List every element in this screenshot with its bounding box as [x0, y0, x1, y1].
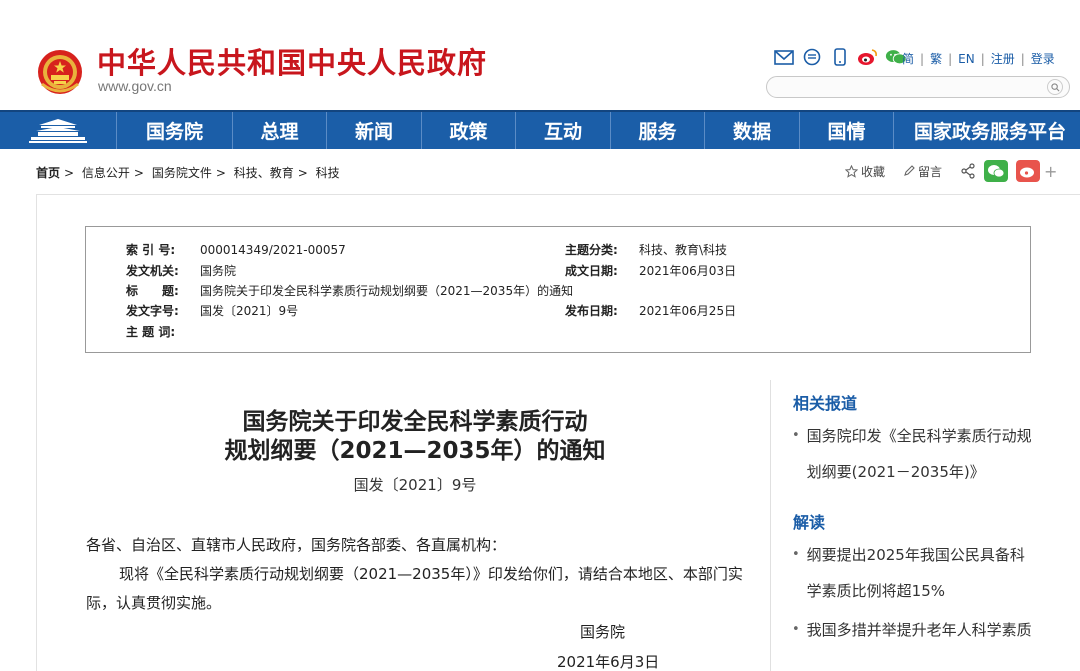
- share-button[interactable]: [960, 163, 976, 179]
- related-reports-heading: 相关报道: [793, 394, 858, 413]
- interpretation-item[interactable]: • 我国多措并举提升老年人科学素质: [792, 612, 1042, 648]
- share-icon: [961, 163, 975, 179]
- share-weibo-button[interactable]: [1016, 160, 1041, 182]
- meta-topic-row: 主题分类: 科技、教育\科技: [565, 243, 728, 257]
- article-title: 国务院关于印发全民科学素质行动 规划纲要（2021—2035年）的通知: [224, 409, 606, 464]
- search-box: [766, 76, 1070, 98]
- link-traditional[interactable]: 繁: [930, 50, 942, 67]
- article-body: 各省、自治区、直辖市人民政府，国务院各部委、各直属机构： 现将《全民科学素质行动…: [86, 531, 754, 618]
- meta-issuer-row: 发文机关: 国务院: [126, 264, 237, 278]
- message-icon[interactable]: [801, 47, 823, 67]
- star-icon: [845, 164, 858, 178]
- national-emblem-icon[interactable]: [36, 48, 84, 96]
- related-report-item[interactable]: • 国务院印发《全民科学素质行动规划纲要(2021－2035年)》: [792, 418, 1042, 490]
- main-nav: 国务院 总理 新闻 政策 互动 服务 数据 国情 国家政务服务平台: [0, 110, 1080, 149]
- meta-docno-row: 发文字号: 国发〔2021〕9号: [126, 304, 299, 318]
- share-wechat-button[interactable]: [984, 160, 1009, 182]
- breadcrumb-science[interactable]: 科技: [316, 166, 340, 180]
- wechat-icon: [988, 165, 1005, 178]
- nav-item-premier[interactable]: 总理: [233, 112, 327, 149]
- interpretation-heading: 解读: [793, 513, 826, 532]
- tiananmen-icon: [29, 118, 87, 143]
- weibo-icon: [1020, 167, 1035, 178]
- meta-index-row: 索 引 号: 000014349/2021-00057: [126, 243, 346, 257]
- article-date: 2021年6月3日: [557, 653, 660, 671]
- nav-item-gov-service-platform[interactable]: 国家政务服务平台: [894, 112, 1074, 149]
- search-icon: [1050, 82, 1059, 91]
- top-icon-bar: [773, 47, 907, 67]
- breadcrumb-state-council-docs[interactable]: 国务院文件: [152, 166, 212, 180]
- link-english[interactable]: EN: [958, 52, 975, 66]
- article-doc-number: 国发〔2021〕9号: [353, 476, 477, 494]
- breadcrumb-home[interactable]: 首页: [36, 166, 60, 180]
- search-button[interactable]: [1047, 79, 1063, 95]
- meta-title-row: 标 题: 国务院关于印发全民科学素质行动规划纲要（2021—2035年）的通知: [126, 284, 574, 298]
- site-url[interactable]: www.gov.cn: [98, 78, 172, 94]
- nav-item-service[interactable]: 服务: [611, 112, 705, 149]
- more-share-button[interactable]: +: [1044, 162, 1057, 181]
- article-signer: 国务院: [580, 623, 626, 641]
- link-login[interactable]: 登录: [1031, 50, 1055, 67]
- nav-item-policy[interactable]: 政策: [422, 112, 516, 149]
- nav-item-data[interactable]: 数据: [705, 112, 800, 149]
- nav-item-state-council[interactable]: 国务院: [117, 112, 233, 149]
- interpretation-item[interactable]: • 纲要提出2025年我国公民具备科学素质比例将超15%: [792, 537, 1042, 609]
- mobile-icon[interactable]: [829, 47, 851, 67]
- pencil-icon: [904, 165, 915, 176]
- site-header: 中华人民共和国中央人民政府 www.gov.cn 简 | 繁 | EN | 注册 | 登…: [0, 0, 1080, 110]
- sidebar-divider: [770, 380, 771, 671]
- weibo-icon[interactable]: [857, 47, 879, 67]
- article-salutation: 各省、自治区、直辖市人民政府，国务院各部委、各直属机构：: [86, 536, 507, 554]
- top-links: 简 | 繁 | EN | 注册 | 登录: [902, 50, 1055, 67]
- link-simplified[interactable]: 简: [902, 50, 914, 67]
- document-meta-table: 索 引 号: 000014349/2021-00057 主题分类: 科技、教育\科技…: [85, 226, 1031, 353]
- meta-published-row: 发布日期: 2021年06月25日: [565, 304, 737, 318]
- mail-icon[interactable]: [773, 47, 795, 67]
- breadcrumb-info-public[interactable]: 信息公开: [82, 166, 130, 180]
- breadcrumb: 首页 > 信息公开 > 国务院文件 > 科技、教育 > 科技: [36, 166, 340, 180]
- nav-home[interactable]: [0, 112, 117, 149]
- search-input[interactable]: [777, 78, 1047, 98]
- link-register[interactable]: 注册: [991, 50, 1015, 67]
- meta-created-row: 成文日期: 2021年06月03日: [565, 264, 737, 278]
- nav-item-news[interactable]: 新闻: [327, 112, 422, 149]
- article-paragraph: 现将《全民科学素质行动规划纲要（2021—2035年）》印发给你们，请结合本地区…: [86, 565, 743, 612]
- site-title[interactable]: 中华人民共和国中央人民政府: [97, 40, 487, 82]
- breadcrumb-sci-edu[interactable]: 科技、教育: [234, 166, 294, 180]
- meta-keywords-row: 主 题 词:: [126, 325, 176, 339]
- nav-item-national-info[interactable]: 国情: [800, 112, 894, 149]
- comment-button[interactable]: 留言: [903, 163, 942, 180]
- page-tools: 收藏 留言 +: [845, 160, 1057, 182]
- nav-item-interaction[interactable]: 互动: [516, 112, 611, 149]
- collect-button[interactable]: 收藏: [845, 163, 885, 180]
